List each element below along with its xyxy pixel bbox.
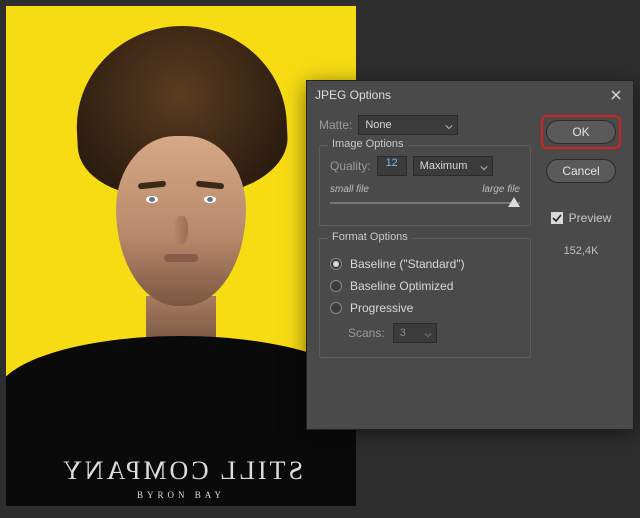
photo-face — [116, 136, 246, 306]
chevron-down-icon — [480, 163, 488, 175]
matte-select[interactable]: None — [358, 115, 458, 135]
quality-preset-select[interactable]: Maximum — [413, 156, 493, 176]
radio-baseline-optimized[interactable]: Baseline Optimized — [330, 279, 520, 293]
chevron-down-icon — [445, 122, 453, 134]
image-options-group: Image Options Quality: 12 Maximum small … — [319, 145, 531, 226]
preview-checkbox[interactable] — [551, 212, 563, 224]
preview-label: Preview — [569, 211, 612, 225]
image-options-legend: Image Options — [328, 138, 408, 150]
radio-icon — [330, 258, 342, 270]
close-button[interactable] — [607, 86, 625, 104]
quality-label: Quality: — [330, 159, 371, 173]
shirt-line1: STILL COMPANY — [60, 456, 303, 486]
slider-track — [330, 202, 520, 204]
radio-label-optimized: Baseline Optimized — [350, 279, 453, 293]
photo-shirt: STILL COMPANY BYRON BAY — [6, 336, 356, 506]
scans-label: Scans: — [348, 326, 385, 340]
filesize-readout: 152,4K — [564, 245, 599, 257]
scans-select: 3 — [393, 323, 437, 343]
quality-preset-value: Maximum — [420, 160, 468, 172]
jpeg-options-dialog: JPEG Options OK Cancel Preview 152,4K Ma… — [306, 80, 634, 430]
matte-label: Matte: — [319, 118, 352, 132]
button-column: OK Cancel Preview 152,4K — [541, 115, 621, 257]
close-icon — [611, 90, 621, 100]
shirt-line2: BYRON BAY — [6, 490, 356, 500]
chevron-down-icon — [424, 330, 432, 342]
ok-button[interactable]: OK — [546, 120, 616, 144]
radio-label-progressive: Progressive — [350, 301, 413, 315]
slider-large-label: large file — [482, 184, 520, 195]
slider-thumb[interactable] — [508, 197, 520, 207]
scans-value: 3 — [400, 327, 406, 339]
matte-value: None — [365, 119, 391, 131]
radio-progressive[interactable]: Progressive — [330, 301, 520, 315]
radio-icon — [330, 302, 342, 314]
radio-baseline-standard[interactable]: Baseline ("Standard") — [330, 257, 520, 271]
dialog-title: JPEG Options — [315, 88, 391, 102]
quality-input[interactable]: 12 — [377, 156, 407, 176]
shirt-text: STILL COMPANY BYRON BAY — [6, 456, 356, 500]
ok-highlight: OK — [541, 115, 621, 149]
cancel-button[interactable]: Cancel — [546, 159, 616, 183]
dialog-titlebar[interactable]: JPEG Options — [307, 81, 633, 109]
portrait-photo: STILL COMPANY BYRON BAY — [6, 6, 356, 506]
format-options-group: Format Options Baseline ("Standard") Bas… — [319, 238, 531, 358]
slider-small-label: small file — [330, 184, 369, 195]
format-options-legend: Format Options — [328, 231, 412, 243]
radio-label-standard: Baseline ("Standard") — [350, 257, 465, 271]
checkmark-icon — [552, 213, 562, 223]
radio-icon — [330, 280, 342, 292]
quality-slider[interactable] — [330, 197, 520, 211]
